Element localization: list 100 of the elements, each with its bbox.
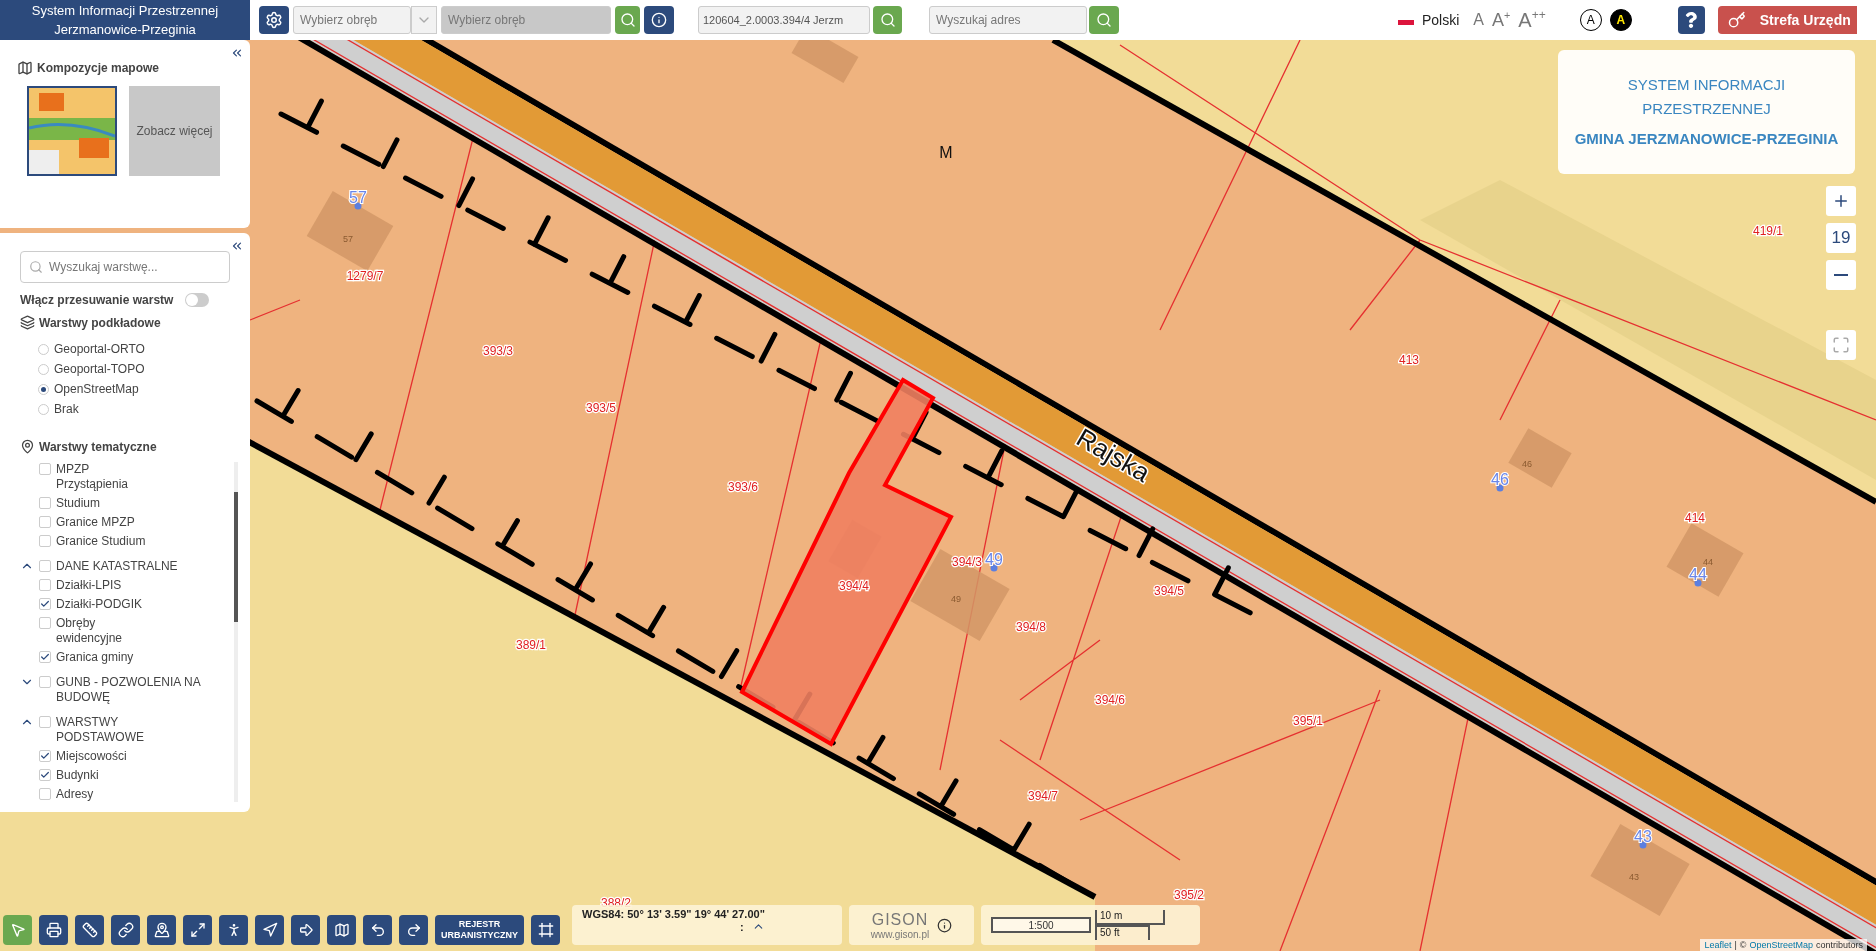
parcel-number: 393/5 xyxy=(586,401,616,415)
parcel-search-field[interactable]: 120604_2.0003.394/4 Jerzm xyxy=(698,6,870,34)
layer-checkbox[interactable] xyxy=(39,617,51,629)
layer-label[interactable]: Obręby ewidencyjne xyxy=(56,616,154,646)
base-layer-label[interactable]: OpenStreetMap xyxy=(54,382,139,397)
layer-checkbox[interactable] xyxy=(39,676,51,688)
parcel-number: 388/2 xyxy=(601,896,631,910)
register-button[interactable]: REJESTR URBANISTYCZNY xyxy=(435,915,524,945)
help-button[interactable] xyxy=(1677,6,1705,34)
brand-url[interactable]: www.gison.pl xyxy=(870,928,930,940)
house-number: 57 xyxy=(349,189,367,206)
parcel-number: 394/4 xyxy=(839,579,869,593)
login-button[interactable]: Strefa Urzędn xyxy=(1717,6,1857,34)
fullscreen-icon xyxy=(1832,336,1850,354)
map-tool-button[interactable] xyxy=(111,915,140,945)
layer-checkbox[interactable] xyxy=(39,516,51,528)
collapse-panel-icon[interactable] xyxy=(230,46,244,60)
coordinates-separator: : xyxy=(740,920,744,933)
layer-checkbox[interactable] xyxy=(39,769,51,781)
map-tool-button[interactable] xyxy=(39,915,68,945)
scrollbar[interactable] xyxy=(234,462,238,802)
layer-checkbox[interactable] xyxy=(39,651,51,663)
zoom-out-button[interactable] xyxy=(1826,260,1856,290)
info-icon[interactable] xyxy=(937,917,953,933)
font-size-option[interactable]: A$^{++}$ xyxy=(1518,8,1546,32)
map-tool-button[interactable] xyxy=(147,915,176,945)
info-button[interactable] xyxy=(644,6,674,34)
map-tool-button[interactable] xyxy=(531,915,560,945)
address-point-marker xyxy=(1639,841,1647,849)
layer-checkbox[interactable] xyxy=(39,788,51,800)
search-button[interactable] xyxy=(873,6,902,34)
ruler-icon xyxy=(81,922,98,938)
layer-label[interactable]: Działki-LPIS xyxy=(56,578,154,593)
section-title: Warstwy tematyczne xyxy=(39,439,157,454)
more-compositions-button[interactable]: Zobacz więcej xyxy=(129,86,220,176)
layer-label[interactable]: Miejscowości xyxy=(56,749,154,764)
address-point-marker xyxy=(990,564,998,572)
collapse-panel-icon[interactable] xyxy=(230,239,244,253)
map-tool-button[interactable] xyxy=(399,915,428,945)
layer-group-label[interactable]: WARSTWY PODSTAWOWE xyxy=(56,715,206,745)
map-icon xyxy=(17,60,33,76)
high-contrast-option[interactable]: A xyxy=(1609,9,1632,31)
parcel-number: 394/8 xyxy=(1016,620,1046,634)
map-tool-button[interactable] xyxy=(291,915,320,945)
leaflet-link[interactable]: Leaflet xyxy=(1704,940,1732,950)
map-tool-button[interactable] xyxy=(255,915,284,945)
question-mark-icon xyxy=(1683,12,1700,28)
font-size-option[interactable]: A$^{+}$ xyxy=(1492,9,1511,31)
base-layer-label[interactable]: Geoportal-ORTO xyxy=(54,342,145,357)
parcel-number: 419/1 xyxy=(1753,224,1783,238)
map-tool-button[interactable] xyxy=(183,915,212,945)
layer-label[interactable]: Działki-PODGIK xyxy=(56,597,154,612)
language-selector[interactable]: Polski xyxy=(1422,12,1460,28)
map-thumbnail[interactable] xyxy=(27,86,117,176)
contrast-option[interactable]: A xyxy=(1579,9,1602,31)
font-size-option[interactable]: A xyxy=(1473,11,1485,29)
openstreetmap-link[interactable]: OpenStreetMap xyxy=(1749,940,1813,950)
layer-label[interactable]: Granica gminy xyxy=(56,650,154,665)
scale-ratio: 1:500 xyxy=(991,917,1091,933)
map-tool-button[interactable] xyxy=(327,915,356,945)
layer-label[interactable]: MPZP Przystąpienia xyxy=(56,462,154,492)
arrows-icon xyxy=(189,922,206,938)
base-layer-label[interactable]: Geoportal-TOPO xyxy=(54,362,145,377)
layer-checkbox[interactable] xyxy=(39,750,51,762)
layer-checkbox[interactable] xyxy=(39,463,51,475)
layer-label[interactable]: Studium xyxy=(56,496,154,511)
layer-checkbox[interactable] xyxy=(39,497,51,509)
zoom-in-button[interactable] xyxy=(1826,186,1856,216)
app-title: System Informacji Przestrzennej Jerzmanowice-Przeginia xyxy=(0,0,250,40)
layer-checkbox[interactable] xyxy=(39,560,51,572)
layer-label[interactable]: Granice MPZP xyxy=(56,515,154,530)
layer-label[interactable]: Granice Studium xyxy=(56,534,154,549)
layer-label[interactable]: Adresy xyxy=(56,787,154,802)
layer-checkbox[interactable] xyxy=(39,579,51,591)
address-point-marker xyxy=(1496,484,1504,492)
map-tool-button[interactable] xyxy=(363,915,392,945)
precinct-select[interactable]: Wybierz obręb xyxy=(293,6,411,34)
layer-group-label[interactable]: DANE KATASTRALNE xyxy=(56,559,206,574)
zoom-level: 19 xyxy=(1826,223,1856,253)
attribution-separator: | xyxy=(1734,940,1737,950)
house-number: 49 xyxy=(985,551,1003,568)
layer-shift-toggle[interactable] xyxy=(185,293,210,307)
key-icon xyxy=(1727,11,1746,29)
layer-checkbox[interactable] xyxy=(39,598,51,610)
search-icon xyxy=(879,12,896,28)
place-label: M xyxy=(939,144,953,161)
base-layer-label[interactable]: Brak xyxy=(54,402,79,417)
parcel-number: 395/1 xyxy=(1293,714,1323,728)
layer-checkbox[interactable] xyxy=(39,535,51,547)
layer-search-field[interactable]: Wyszukaj warstwę... xyxy=(20,251,230,283)
map-tool-button[interactable] xyxy=(219,915,248,945)
address-search-field[interactable]: Wyszukaj adres xyxy=(929,6,1087,34)
layer-group-label[interactable]: GUNB - POZWOLENIA NA BUDOWĘ xyxy=(56,675,206,705)
layer-checkbox[interactable] xyxy=(39,716,51,728)
layer-label[interactable]: Budynki xyxy=(56,768,154,783)
address-point-marker xyxy=(1694,579,1702,587)
parcel-search-tool-button[interactable] xyxy=(259,6,289,34)
map-tool-button[interactable] xyxy=(75,915,104,945)
metric-scale-bar: 10 m xyxy=(1095,910,1165,925)
search-button[interactable] xyxy=(1089,6,1119,34)
